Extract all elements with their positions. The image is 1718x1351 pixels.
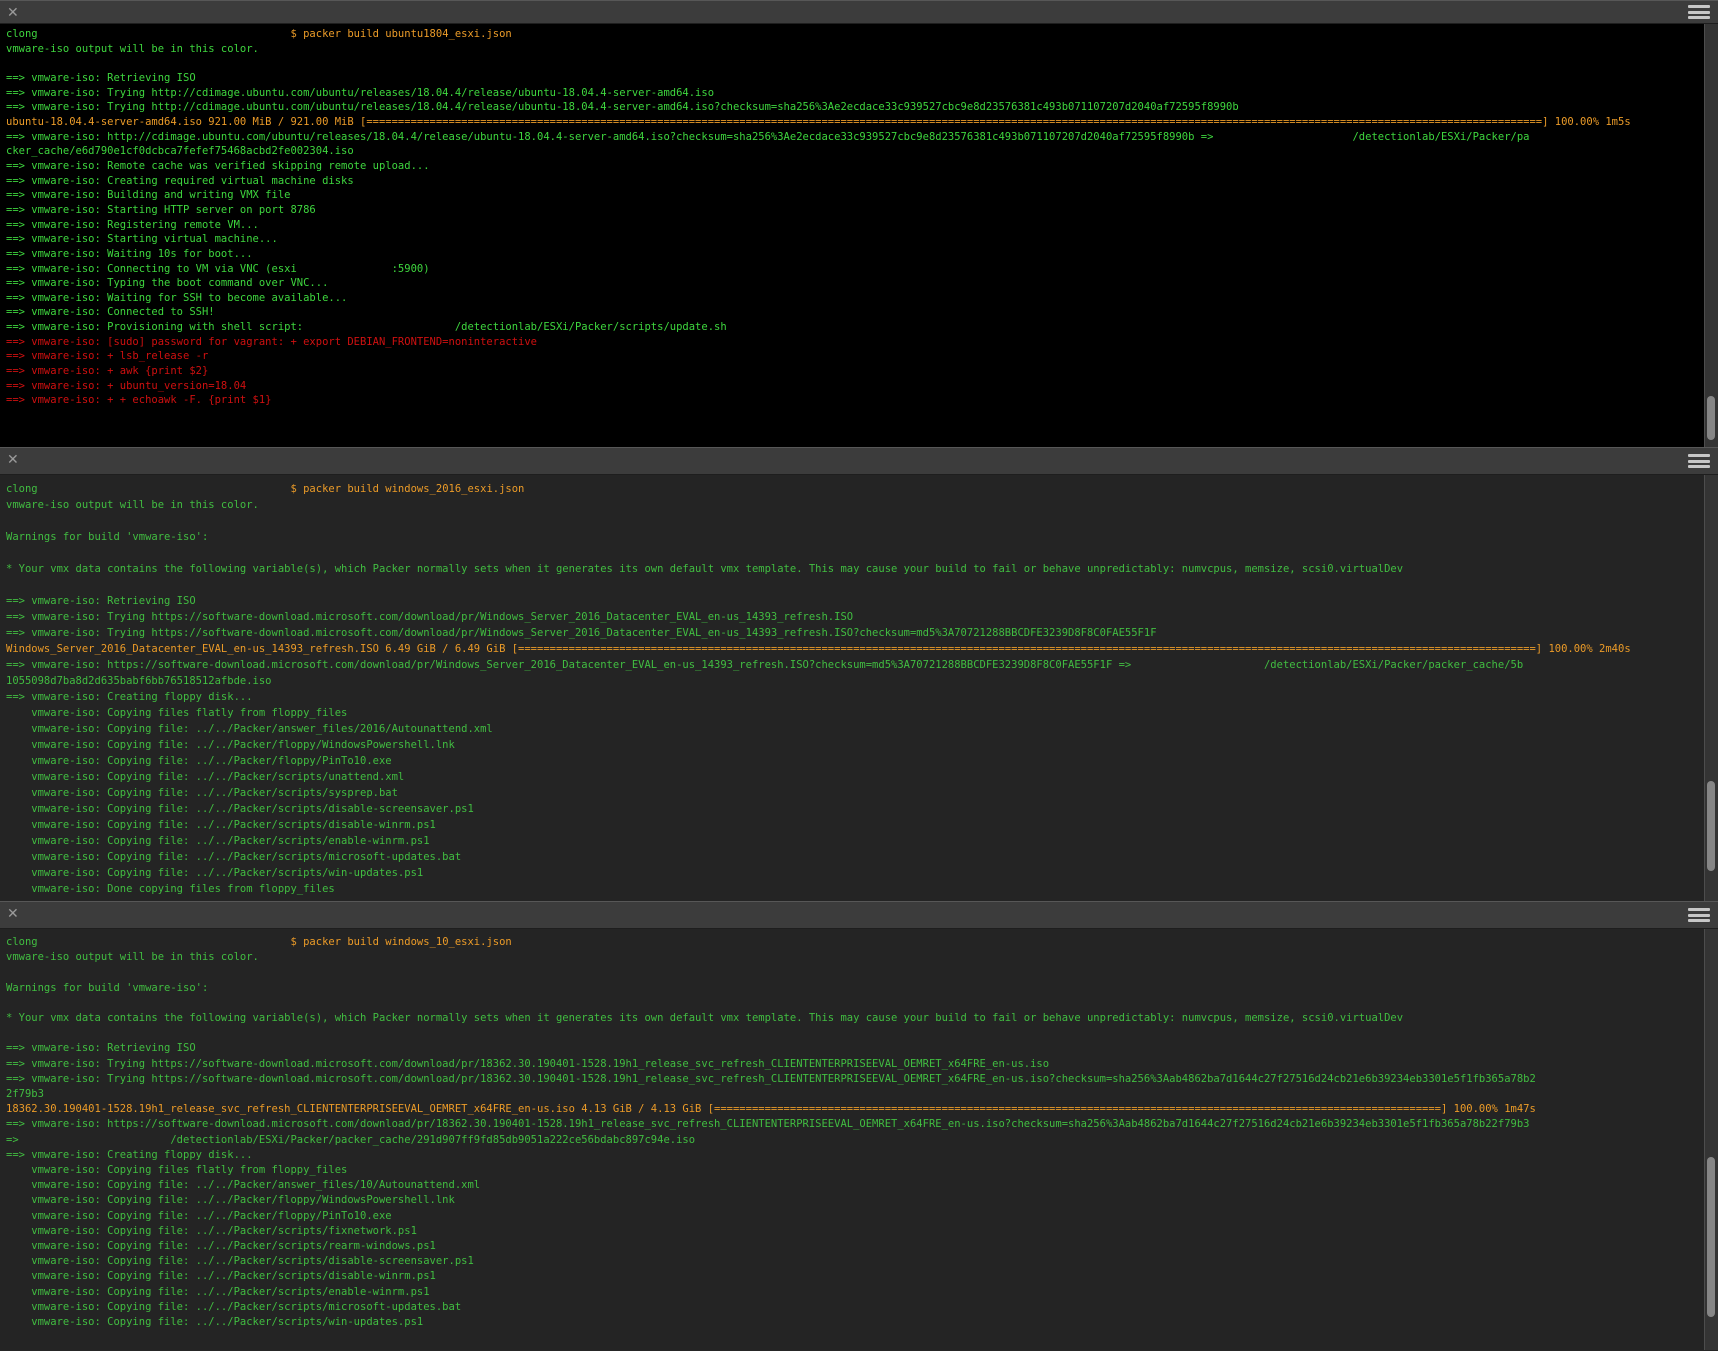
terminal-line: ==> vmware-iso: Starting virtual machine… — [6, 232, 1718, 247]
terminal-line: * Your vmx data contains the following v… — [6, 561, 1718, 577]
terminal-line: ==> vmware-iso: Trying https://software-… — [6, 1057, 1718, 1072]
terminal-line: clong $ packer build windows_10_esxi.jso… — [6, 935, 1718, 950]
terminal-line: * Your vmx data contains the following v… — [6, 1011, 1718, 1026]
terminal-line: vmware-iso: Copying file: ../../Packer/s… — [6, 1269, 1718, 1284]
terminal-line: ==> vmware-iso: Waiting 10s for boot... — [6, 247, 1718, 262]
terminal-line: ==> vmware-iso: Waiting for SSH to becom… — [6, 291, 1718, 306]
terminal-line: vmware-iso output will be in this color. — [6, 950, 1718, 965]
terminal-line: vmware-iso: Copying file: ../../Packer/s… — [6, 833, 1718, 849]
terminal-line — [6, 545, 1718, 561]
close-icon[interactable]: ✕ — [7, 904, 19, 924]
terminal-line: 1055098d7ba8d2d635babf6bb76518512afbde.i… — [6, 673, 1718, 689]
terminal-line: Windows_Server_2016_Datacenter_EVAL_en-u… — [6, 641, 1718, 657]
terminal-output-ubuntu[interactable]: clong $ packer build ubuntu1804_esxi.jso… — [0, 24, 1718, 447]
terminal-line: vmware-iso: Copying file: ../../Packer/a… — [6, 1178, 1718, 1193]
terminal-line: clong $ packer build windows_2016_esxi.j… — [6, 481, 1718, 497]
terminal-line: vmware-iso: Copying file: ../../Packer/f… — [6, 1209, 1718, 1224]
terminal-line: 2f79b3 — [6, 1087, 1718, 1102]
terminal-line: ==> vmware-iso: Retrieving ISO — [6, 1041, 1718, 1056]
terminal-line: ubuntu-18.04.4-server-amd64.iso 921.00 M… — [6, 115, 1718, 130]
terminal-line: cker_cache/e6d790e1cf0dcbca7fefef75468ac… — [6, 144, 1718, 159]
terminal-pane-windows10-build: ✕ clong $ packer build windows_10_esxi.j… — [0, 901, 1718, 1350]
terminal-line: Warnings for build 'vmware-iso': — [6, 981, 1718, 996]
terminal-line: ==> vmware-iso: + ubuntu_version=18.04 — [6, 379, 1718, 394]
terminal-line: 18362.30.190401-1528.19h1_release_svc_re… — [6, 1102, 1718, 1117]
terminal-line: ==> vmware-iso: Building and writing VMX… — [6, 188, 1718, 203]
scrollbar[interactable] — [1704, 24, 1718, 447]
terminal-line: ==> vmware-iso: Creating floppy disk... — [6, 1148, 1718, 1163]
terminal-line: vmware-iso: Copying file: ../../Packer/s… — [6, 1239, 1718, 1254]
terminal-output-windows10[interactable]: clong $ packer build windows_10_esxi.jso… — [0, 929, 1718, 1350]
close-icon[interactable]: ✕ — [7, 450, 19, 470]
terminal-line: vmware-iso output will be in this color. — [6, 497, 1718, 513]
terminal-line: ==> vmware-iso: Typing the boot command … — [6, 276, 1718, 291]
terminal-line: vmware-iso: Copying file: ../../Packer/s… — [6, 849, 1718, 865]
terminal-line: => /detectionlab/ESXi/Packer/packer_cach… — [6, 1133, 1718, 1148]
terminal-line: ==> vmware-iso: Trying https://software-… — [6, 609, 1718, 625]
terminal-line: ==> vmware-iso: Creating floppy disk... — [6, 689, 1718, 705]
terminal-line: vmware-iso: Copying file: ../../Packer/f… — [6, 1193, 1718, 1208]
pane-titlebar: ✕ — [0, 901, 1718, 929]
terminal-line: ==> vmware-iso: Registering remote VM... — [6, 218, 1718, 233]
terminal-line: vmware-iso: Copying files flatly from fl… — [6, 705, 1718, 721]
terminal-line: ==> vmware-iso: Connecting to VM via VNC… — [6, 262, 1718, 277]
menu-icon[interactable] — [1688, 5, 1710, 19]
terminal-line: vmware-iso: Copying file: ../../Packer/f… — [6, 753, 1718, 769]
terminal-line — [6, 56, 1718, 71]
terminal-line: vmware-iso: Done copying files from flop… — [6, 881, 1718, 897]
close-icon[interactable]: ✕ — [7, 3, 19, 23]
terminal-line: vmware-iso: Copying file: ../../Packer/s… — [6, 865, 1718, 881]
terminal-line: vmware-iso: Copying file: ../../Packer/s… — [6, 817, 1718, 833]
terminal-line: vmware-iso: Copying file: ../../Packer/f… — [6, 737, 1718, 753]
terminal-line: vmware-iso: Copying file: ../../Packer/s… — [6, 801, 1718, 817]
terminal-line: vmware-iso: Copying file: ../../Packer/s… — [6, 769, 1718, 785]
terminal-line: ==> vmware-iso: + lsb_release -r — [6, 349, 1718, 364]
terminal-line: vmware-iso: Copying file: ../../Packer/s… — [6, 1224, 1718, 1239]
terminal-line: ==> vmware-iso: Connected to SSH! — [6, 305, 1718, 320]
terminal-line: vmware-iso output will be in this color. — [6, 42, 1718, 57]
terminal-line: ==> vmware-iso: Starting HTTP server on … — [6, 203, 1718, 218]
scrollbar-thumb[interactable] — [1707, 396, 1715, 440]
terminal-line: vmware-iso: Copying file: ../../Packer/s… — [6, 1300, 1718, 1315]
terminal-line: vmware-iso: Copying file: ../../Packer/s… — [6, 1285, 1718, 1300]
terminal-line: clong $ packer build ubuntu1804_esxi.jso… — [6, 27, 1718, 42]
menu-icon[interactable] — [1688, 454, 1710, 468]
terminal-pane-ubuntu-build: ✕ clong $ packer build ubuntu1804_esxi.j… — [0, 0, 1718, 447]
terminal-line — [6, 1026, 1718, 1041]
menu-icon[interactable] — [1688, 908, 1710, 922]
terminal-line: ==> vmware-iso: Trying http://cdimage.ub… — [6, 100, 1718, 115]
terminal-line: ==> vmware-iso: Remote cache was verifie… — [6, 159, 1718, 174]
terminal-line: Warnings for build 'vmware-iso': — [6, 529, 1718, 545]
terminal-line: ==> vmware-iso: http://cdimage.ubuntu.co… — [6, 130, 1718, 145]
terminal-line: ==> vmware-iso: [sudo] password for vagr… — [6, 335, 1718, 350]
terminal-output-windows2016[interactable]: clong $ packer build windows_2016_esxi.j… — [0, 475, 1718, 901]
scrollbar[interactable] — [1704, 475, 1718, 901]
pane-titlebar: ✕ — [0, 447, 1718, 475]
terminal-line: ==> vmware-iso: + + echoawk -F. {print $… — [6, 393, 1718, 408]
terminal-line — [6, 965, 1718, 980]
terminal-line — [6, 513, 1718, 529]
terminal-line: ==> vmware-iso: + awk {print $2} — [6, 364, 1718, 379]
terminal-line: ==> vmware-iso: Trying https://software-… — [6, 1072, 1718, 1087]
terminal-line — [6, 577, 1718, 593]
terminal-line: ==> vmware-iso: Retrieving ISO — [6, 593, 1718, 609]
terminal-line: ==> vmware-iso: Trying https://software-… — [6, 625, 1718, 641]
terminal-line: ==> vmware-iso: https://software-downloa… — [6, 657, 1718, 673]
terminal-line: ==> vmware-iso: Creating required virtua… — [6, 174, 1718, 189]
terminal-line: vmware-iso: Copying files flatly from fl… — [6, 1163, 1718, 1178]
terminal-line: ==> vmware-iso: Retrieving ISO — [6, 71, 1718, 86]
pane-titlebar: ✕ — [0, 0, 1718, 24]
terminal-line: vmware-iso: Copying file: ../../Packer/a… — [6, 721, 1718, 737]
terminal-line: ==> vmware-iso: Provisioning with shell … — [6, 320, 1718, 335]
terminal-line — [6, 996, 1718, 1011]
terminal-line: vmware-iso: Copying file: ../../Packer/s… — [6, 785, 1718, 801]
terminal-line: vmware-iso: Copying file: ../../Packer/s… — [6, 1315, 1718, 1330]
scrollbar-thumb[interactable] — [1707, 1157, 1715, 1317]
terminal-line: vmware-iso: Copying file: ../../Packer/s… — [6, 1254, 1718, 1269]
terminal-line: ==> vmware-iso: Trying http://cdimage.ub… — [6, 86, 1718, 101]
scrollbar-thumb[interactable] — [1707, 781, 1715, 871]
scrollbar[interactable] — [1704, 929, 1718, 1350]
terminal-line: ==> vmware-iso: https://software-downloa… — [6, 1117, 1718, 1132]
terminal-pane-windows2016-build: ✕ clong $ packer build windows_2016_esxi… — [0, 447, 1718, 901]
